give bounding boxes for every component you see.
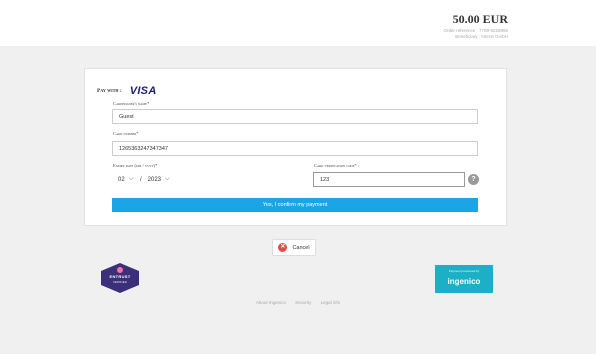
cardholder-label: Cardholder's name*: [113, 101, 150, 106]
footer-links: About Ingenico Security Legal info: [0, 300, 596, 305]
order-amount: 50.00 EUR: [452, 12, 508, 26]
footer-link-legal[interactable]: Legal info: [321, 300, 341, 305]
expiry-month-select[interactable]: 02 ⌵: [112, 176, 138, 183]
expiry-date: 02 ⌵ / 2023 ⌵: [112, 172, 178, 187]
card-number-input[interactable]: [112, 141, 478, 156]
cancel-label: Cancel: [292, 244, 310, 251]
expiry-year-value: 2023: [147, 176, 162, 183]
cancel-button[interactable]: ✕ Cancel: [272, 239, 316, 256]
visa-logo: VISA: [129, 85, 157, 97]
entrust-sub: VERIFIED: [113, 281, 127, 284]
expiry-month-value: 02: [118, 176, 125, 183]
confirm-payment-button[interactable]: Yes, I confirm my payment: [112, 198, 478, 212]
expiry-year-select[interactable]: 2023 ⌵: [146, 176, 178, 183]
chevron-down-icon: ⌵: [128, 176, 134, 182]
footer-link-security[interactable]: Security: [295, 300, 311, 305]
ingenico-sub: Payment processed by: [448, 269, 480, 273]
close-icon: ✕: [278, 243, 288, 252]
pay-with: Pay with : VISA: [97, 85, 157, 97]
entrust-name: ENTRUST: [109, 274, 131, 279]
ingenico-badge: Payment processed by ingenico: [435, 265, 493, 293]
order-reference: Order reference : 7708-9228866: [443, 28, 508, 33]
beneficiary: Beneficiary : Interxt GmbH: [455, 34, 508, 39]
footer-link-about[interactable]: About Ingenico: [256, 300, 286, 305]
payment-form: Pay with : VISA Cardholder's name* Card …: [84, 68, 507, 226]
help-icon[interactable]: ?: [468, 174, 479, 185]
ingenico-logo: ingenico: [447, 277, 481, 286]
expiry-label: Expiry date (mm / yyyy)*: [113, 163, 158, 168]
expiry-separator: /: [140, 176, 142, 183]
cvc-label: Card verification code* :: [314, 163, 360, 168]
cardholder-input[interactable]: [112, 109, 478, 124]
chevron-down-icon: ⌵: [165, 176, 170, 182]
pay-with-label: Pay with :: [97, 88, 122, 94]
card-number-label: Card number*: [113, 131, 139, 136]
cvc-input[interactable]: [313, 172, 465, 187]
header-bar: 50.00 EUR Order reference : 7708-9228866…: [0, 0, 596, 46]
